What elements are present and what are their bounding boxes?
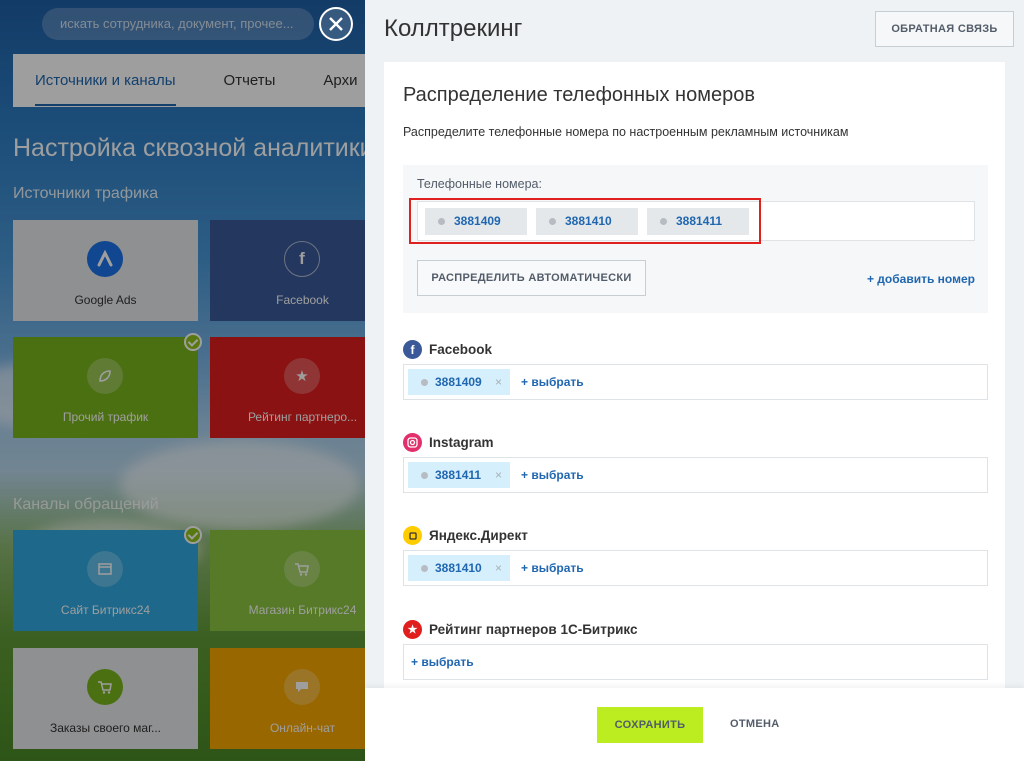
card-title: Распределение телефонных номеров: [403, 84, 755, 106]
card-description: Распределите телефонные номера по настро…: [403, 125, 849, 139]
assigned-number-tag: 3881410 ×: [408, 555, 510, 581]
highlight-frame: [409, 198, 761, 244]
feedback-button[interactable]: ОБРАТНАЯ СВЯЗЬ: [875, 11, 1014, 47]
add-number-link[interactable]: + добавить номер: [867, 272, 975, 286]
save-button[interactable]: СОХРАНИТЬ: [597, 707, 703, 743]
source-name: Facebook: [429, 342, 493, 357]
panel-footer: СОХРАНИТЬ ОТМЕНА: [365, 688, 1024, 761]
distribution-card: Распределение телефонных номеров Распред…: [384, 62, 1005, 688]
overlay-dim: [0, 0, 365, 761]
source-number-field[interactable]: 3881410 × + выбрать: [403, 550, 988, 586]
phone-numbers-label: Телефонные номера:: [417, 177, 542, 191]
auto-distribute-button[interactable]: РАСПРЕДЕЛИТЬ АВТОМАТИЧЕСКИ: [417, 260, 646, 296]
assigned-number-tag: 3881411 ×: [408, 462, 510, 488]
panel-title: Коллтрекинг: [384, 15, 523, 42]
close-slider-button[interactable]: [319, 7, 353, 41]
background-app: искать сотрудника, документ, прочее... И…: [0, 0, 365, 761]
facebook-icon: f: [403, 340, 422, 359]
remove-number-icon[interactable]: ×: [495, 369, 502, 395]
choose-number-link[interactable]: + выбрать: [521, 365, 584, 399]
choose-number-link[interactable]: + выбрать: [411, 645, 474, 679]
source-number-field[interactable]: 3881409 × + выбрать: [403, 364, 988, 400]
source-name: Яндекс.Директ: [429, 528, 528, 543]
calltracking-panel: Коллтрекинг ОБРАТНАЯ СВЯЗЬ Распределение…: [365, 0, 1024, 761]
source-number-field[interactable]: 3881411 × + выбрать: [403, 457, 988, 493]
remove-number-icon[interactable]: ×: [495, 555, 502, 581]
assigned-number: 3881409: [435, 375, 482, 389]
choose-number-link[interactable]: + выбрать: [521, 458, 584, 492]
instagram-icon: [403, 433, 422, 452]
phone-numbers-box: Телефонные номера: 3881409 3881410 38814…: [403, 165, 988, 313]
assigned-number: 3881410: [435, 561, 482, 575]
source-number-field[interactable]: + выбрать: [403, 644, 988, 680]
choose-number-link[interactable]: + выбрать: [521, 551, 584, 585]
source-name: Рейтинг партнеров 1С-Битрикс: [429, 622, 638, 637]
star-icon: ★: [403, 620, 422, 639]
close-icon: [329, 17, 343, 31]
assigned-number-tag: 3881409 ×: [408, 369, 510, 395]
cancel-button[interactable]: ОТМЕНА: [730, 718, 779, 730]
yandex-direct-icon: [403, 526, 422, 545]
remove-number-icon[interactable]: ×: [495, 462, 502, 488]
assigned-number: 3881411: [435, 468, 482, 482]
source-name: Instagram: [429, 435, 494, 450]
